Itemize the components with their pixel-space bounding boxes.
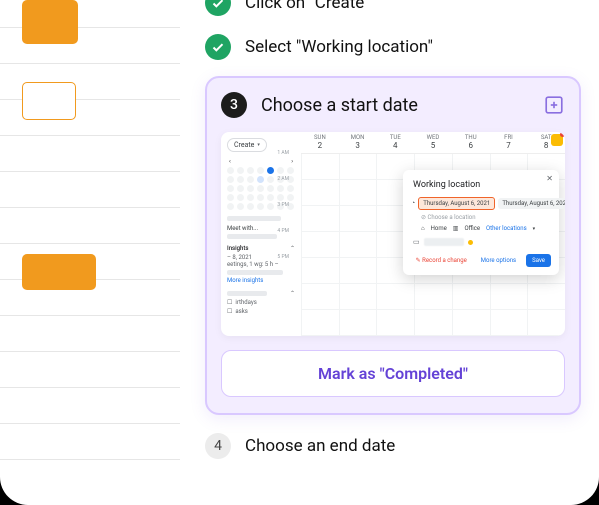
active-step-title: Choose a start date — [261, 95, 529, 116]
step-label: Select "Working location" — [245, 37, 433, 57]
left-calendar-strip — [0, 0, 180, 505]
chevron-up-icon: ⌃ — [290, 290, 295, 297]
gcal-sidebar: Create▾ ‹› Meet wi — [221, 132, 301, 336]
clock-icon: ◔ — [411, 199, 415, 207]
date-to-chip: Thursday, August 6, 2021 — [498, 198, 565, 209]
zoom-icon[interactable] — [543, 94, 565, 116]
mark-completed-button[interactable]: Mark as "Completed" — [221, 350, 565, 397]
choose-location-label: ⊘ Choose a location — [421, 214, 551, 221]
app-canvas: Click on "Create" Select "Working locati… — [0, 0, 599, 505]
active-step-card: 3 Choose a start date Create▾ — [205, 76, 581, 415]
date-from-chip: Thursday, August 6, 2021 — [418, 197, 495, 210]
calendar-icon: ▭ — [413, 238, 420, 246]
step-label: Click on "Create" — [245, 0, 370, 13]
record-change-link: ✎ Record a change — [416, 257, 467, 264]
office-icon: ▥ — [453, 225, 459, 232]
chevron-down-icon: ▾ — [257, 142, 260, 148]
color-dot — [468, 240, 473, 245]
save-button-mini: Save — [526, 254, 551, 267]
instructions-panel: Click on "Create" Select "Working locati… — [205, 0, 581, 505]
day-header-row: SUN2 MON3 TUE4 WED5 THU6 FRI7 SAT8 — [301, 132, 565, 154]
step-badge-done — [205, 34, 231, 60]
step-row-previous: Click on "Create" — [205, 0, 581, 16]
step-row-next: 4 Choose an end date — [205, 433, 581, 459]
screenshot-thumbnail[interactable]: Create▾ ‹› Meet wi — [221, 132, 565, 336]
step-badge-done — [205, 0, 231, 16]
calendar-event-block — [22, 254, 96, 290]
check-icon — [212, 0, 224, 8]
chevron-down-icon: ▾ — [533, 226, 536, 232]
working-location-popover: ✕ Working location ◔ Thursday, August 6,… — [403, 170, 559, 275]
blurred-text — [424, 238, 464, 246]
close-icon: ✕ — [546, 174, 553, 183]
calendar-event-block — [22, 0, 78, 44]
calendar-event-block-outline — [22, 82, 76, 120]
check-icon — [212, 43, 224, 52]
chevron-up-icon: ⌃ — [290, 245, 295, 252]
step-badge-number: 3 — [221, 92, 247, 118]
popover-title: Working location — [413, 180, 551, 190]
step-badge-pending: 4 — [205, 433, 231, 459]
home-icon: ⌂ — [421, 225, 425, 232]
more-options-button: More options — [475, 254, 522, 267]
step-row-done: Select "Working location" — [205, 34, 581, 60]
step-label: Choose an end date — [245, 436, 395, 456]
